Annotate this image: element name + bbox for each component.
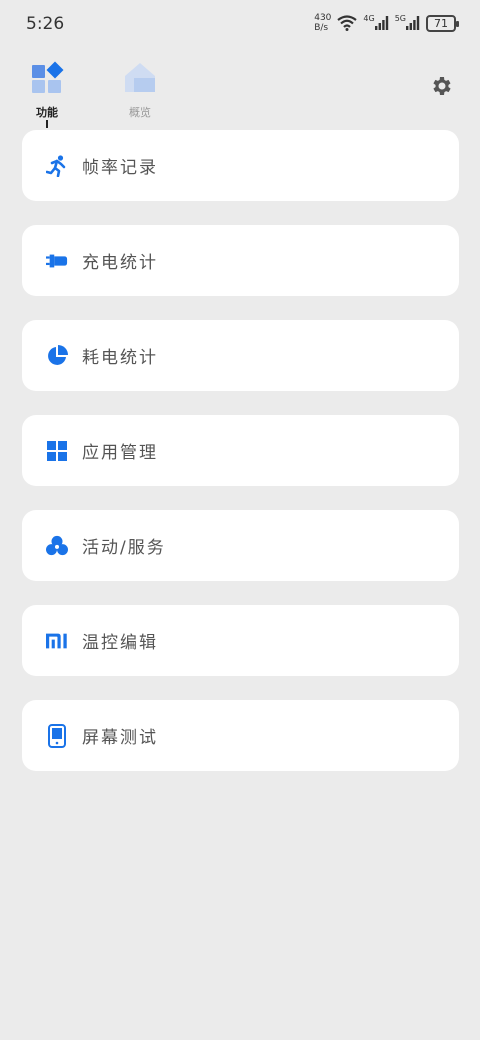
status-bar: 5:26 430 B/s 4G 5G 71 [0,0,480,50]
charger-plug-icon [46,250,68,272]
network-speed-value: 430 [314,13,332,23]
top-navigation: 功能 概览 [0,58,480,128]
pie-chart-icon [46,344,68,367]
menu-item-label: 温控编辑 [82,633,158,653]
battery-indicator: 71 [426,14,459,32]
mi-logo-icon [46,630,68,652]
active-tab-indicator [46,120,48,128]
status-icons: 430 B/s 4G 5G 71 [314,13,459,33]
wifi-icon [337,15,358,31]
network-speed-unit: B/s [314,23,329,33]
functions-icon [32,61,64,93]
phone-screen-icon [46,723,68,748]
menu-item-thermal-edit[interactable]: 温控编辑 [22,605,459,676]
menu-item-app-management[interactable]: 应用管理 [22,415,459,486]
signal-4g-label: 4G [363,13,375,23]
menu-item-label: 帧率记录 [82,158,158,178]
circles-icon [46,535,68,557]
signal-5g-label: 5G [394,13,406,23]
status-time: 5:26 [26,14,65,34]
menu-item-charging-stats[interactable]: 充电统计 [22,225,459,296]
menu-item-label: 充电统计 [82,253,158,273]
tab-overview-label: 概览 [129,106,151,119]
function-menu-list: 帧率记录 充电统计 耗电统计 应用管理 活动/服务 温控编辑 屏幕测试 [22,130,459,795]
menu-item-activities-services[interactable]: 活动/服务 [22,510,459,581]
tab-functions-label: 功能 [36,106,58,119]
menu-item-frame-rate[interactable]: 帧率记录 [22,130,459,201]
settings-gear-icon[interactable] [430,74,454,98]
tab-functions[interactable]: 功能 [22,58,72,128]
menu-item-label: 屏幕测试 [82,728,158,748]
running-icon [46,154,68,177]
overview-home-icon [125,63,155,92]
network-speed: 430 B/s [314,13,331,33]
menu-item-label: 应用管理 [82,443,158,463]
signal-icon-2 [406,16,420,30]
menu-item-power-usage[interactable]: 耗电统计 [22,320,459,391]
signal-icon [374,16,388,30]
menu-item-screen-test[interactable]: 屏幕测试 [22,700,459,771]
tab-overview[interactable]: 概览 [115,58,165,120]
menu-item-label: 活动/服务 [82,538,166,558]
apps-grid-icon [46,440,68,462]
menu-item-label: 耗电统计 [82,348,158,368]
